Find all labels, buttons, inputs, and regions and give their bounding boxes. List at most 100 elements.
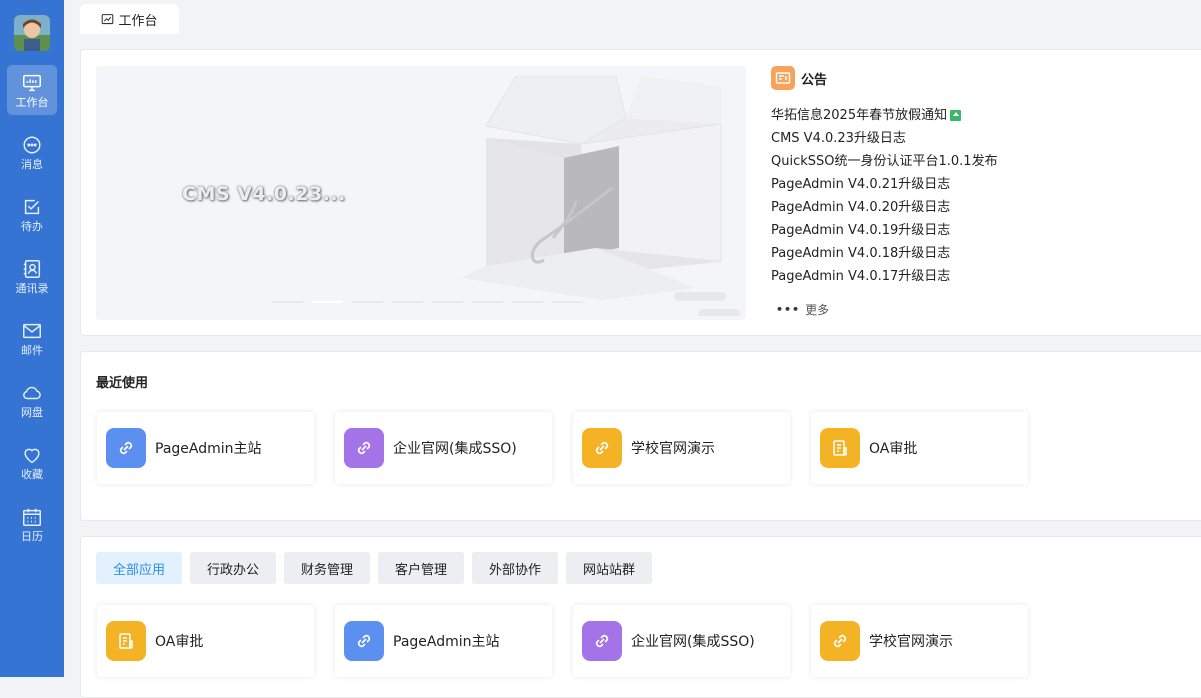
sidebar-item-favorites[interactable]: 收藏 — [7, 437, 57, 487]
app-label: PageAdmin主站 — [393, 634, 500, 650]
recent-panel: 最近使用 PageAdmin主站 企业官网(集成SSO) 学校官网演示 OA审批 — [80, 351, 1201, 521]
notice-item-text: PageAdmin V4.0.21升级日志 — [771, 177, 951, 192]
filter-tab-finance[interactable]: 财务管理 — [284, 552, 370, 584]
notice-item-text: CMS V4.0.23升级日志 — [771, 131, 906, 146]
sidebar-item-label: 待办 — [21, 219, 43, 233]
section-title: 最近使用 — [96, 376, 149, 391]
carousel-dot[interactable] — [512, 301, 543, 303]
sidebar-item-todo[interactable]: 待办 — [7, 189, 57, 239]
sidebar-item-label: 消息 — [21, 157, 43, 171]
filter-tab-admin[interactable]: 行政办公 — [190, 552, 276, 584]
app-card[interactable]: PageAdmin主站 — [97, 412, 314, 484]
app-card[interactable]: 企业官网(集成SSO) — [573, 605, 790, 677]
link-icon — [582, 621, 622, 661]
sidebar-item-label: 邮件 — [21, 343, 43, 357]
announcement-icon — [771, 66, 795, 90]
link-icon — [344, 621, 384, 661]
sidebar-item-contacts[interactable]: 通讯录 — [7, 251, 57, 301]
chat-icon — [23, 135, 41, 154]
app-label: PageAdmin主站 — [155, 441, 262, 457]
notice-title: 公告 — [801, 72, 828, 88]
calendar-icon — [23, 508, 41, 526]
notice-item[interactable]: CMS V4.0.23升级日志 — [771, 127, 998, 150]
link-icon — [106, 428, 146, 468]
app-label: OA审批 — [155, 634, 204, 650]
sidebar-item-label: 工作台 — [15, 95, 49, 109]
new-badge-icon — [950, 110, 962, 121]
notice-item[interactable]: PageAdmin V4.0.21升级日志 — [771, 173, 998, 196]
banner-carousel[interactable]: CMS V4.0.23... — [96, 66, 746, 320]
more-link[interactable]: ••• 更多 — [776, 301, 829, 318]
sidebar-item-drive[interactable]: 网盘 — [7, 375, 57, 425]
more-label: 更多 — [805, 303, 830, 317]
sidebar-item-label: 通讯录 — [15, 281, 49, 295]
sidebar-item-label: 日历 — [21, 529, 43, 543]
notice-item[interactable]: PageAdmin V4.0.19升级日志 — [771, 219, 998, 242]
app-label: 学校官网演示 — [631, 441, 715, 457]
notice-item-text: PageAdmin V4.0.17升级日志 — [771, 269, 951, 284]
avatar[interactable] — [14, 15, 50, 51]
tab-workbench[interactable]: 工作台 — [80, 4, 179, 34]
carousel-dot[interactable] — [272, 301, 303, 303]
notice-item-text: PageAdmin V4.0.20升级日志 — [771, 200, 951, 215]
document-icon — [106, 621, 146, 661]
notice-item[interactable]: PageAdmin V4.0.20升级日志 — [771, 196, 998, 219]
sidebar: 工作台 消息 待办 通讯录 邮件 网盘 收藏 日历 — [0, 0, 64, 677]
more-icon: ••• — [776, 303, 801, 316]
notice-item-text: PageAdmin V4.0.18升级日志 — [771, 246, 951, 261]
filter-tab-customer[interactable]: 客户管理 — [378, 552, 464, 584]
carousel-dot[interactable] — [392, 301, 423, 303]
overview-panel: CMS V4.0.23... 公告 华拓信息2025年春节放假通知 CMS V4… — [80, 49, 1201, 336]
heart-icon — [24, 448, 40, 463]
carousel-dot[interactable] — [352, 301, 383, 303]
box-illustration — [461, 76, 740, 316]
link-icon — [820, 621, 860, 661]
carousel-dot[interactable] — [552, 301, 583, 303]
notice-item[interactable]: PageAdmin V4.0.17升级日志 — [771, 265, 998, 288]
sidebar-item-label: 收藏 — [21, 467, 43, 481]
filter-tab-all[interactable]: 全部应用 — [96, 552, 182, 584]
sidebar-item-mail[interactable]: 邮件 — [7, 313, 57, 363]
mail-icon — [23, 323, 41, 338]
filter-tab-external[interactable]: 外部协作 — [472, 552, 558, 584]
all-apps-panel: 全部应用 行政办公 财务管理 客户管理 外部协作 网站站群 OA审批 PageA… — [80, 536, 1201, 698]
tab-label: 工作台 — [118, 13, 158, 29]
app-card[interactable]: 学校官网演示 — [811, 605, 1028, 677]
monitor-icon — [23, 74, 41, 91]
cloud-icon — [23, 386, 41, 399]
app-label: 企业官网(集成SSO) — [631, 634, 755, 650]
app-card[interactable]: 学校官网演示 — [573, 412, 790, 484]
notice-item[interactable]: QuickSSO统一身份认证平台1.0.1发布 — [771, 150, 998, 173]
link-icon — [344, 428, 384, 468]
app-card[interactable]: OA审批 — [97, 605, 314, 677]
app-card[interactable]: PageAdmin主站 — [335, 605, 552, 677]
notice-item[interactable]: 华拓信息2025年春节放假通知 — [771, 104, 998, 127]
notice-item-text: PageAdmin V4.0.19升级日志 — [771, 223, 951, 238]
chart-icon — [102, 13, 114, 24]
sidebar-item-label: 网盘 — [21, 405, 43, 419]
notice-item-text: QuickSSO统一身份认证平台1.0.1发布 — [771, 154, 998, 169]
app-card[interactable]: OA审批 — [811, 412, 1028, 484]
app-card[interactable]: 企业官网(集成SSO) — [335, 412, 552, 484]
carousel-indicators — [272, 301, 583, 303]
link-icon — [582, 428, 622, 468]
sidebar-item-messages[interactable]: 消息 — [7, 127, 57, 177]
carousel-dot[interactable] — [432, 301, 463, 303]
filter-tab-sites[interactable]: 网站站群 — [566, 552, 652, 584]
notice-header: 公告 — [771, 66, 827, 90]
carousel-dot[interactable] — [472, 301, 503, 303]
app-label: OA审批 — [869, 441, 918, 457]
banner-title: CMS V4.0.23... — [182, 183, 346, 205]
carousel-dot[interactable] — [312, 301, 343, 303]
notice-item-text: 华拓信息2025年春节放假通知 — [771, 108, 948, 123]
app-label: 学校官网演示 — [869, 634, 953, 650]
document-icon — [820, 428, 860, 468]
tab-bar: 工作台 — [64, 0, 1201, 34]
sidebar-item-calendar[interactable]: 日历 — [7, 499, 57, 549]
checkbox-icon — [24, 199, 40, 214]
notice-list: 华拓信息2025年春节放假通知 CMS V4.0.23升级日志 QuickSSO… — [771, 104, 998, 288]
app-label: 企业官网(集成SSO) — [393, 441, 517, 457]
sidebar-item-workbench[interactable]: 工作台 — [7, 65, 57, 115]
contacts-icon — [23, 259, 41, 278]
notice-item[interactable]: PageAdmin V4.0.18升级日志 — [771, 242, 998, 265]
